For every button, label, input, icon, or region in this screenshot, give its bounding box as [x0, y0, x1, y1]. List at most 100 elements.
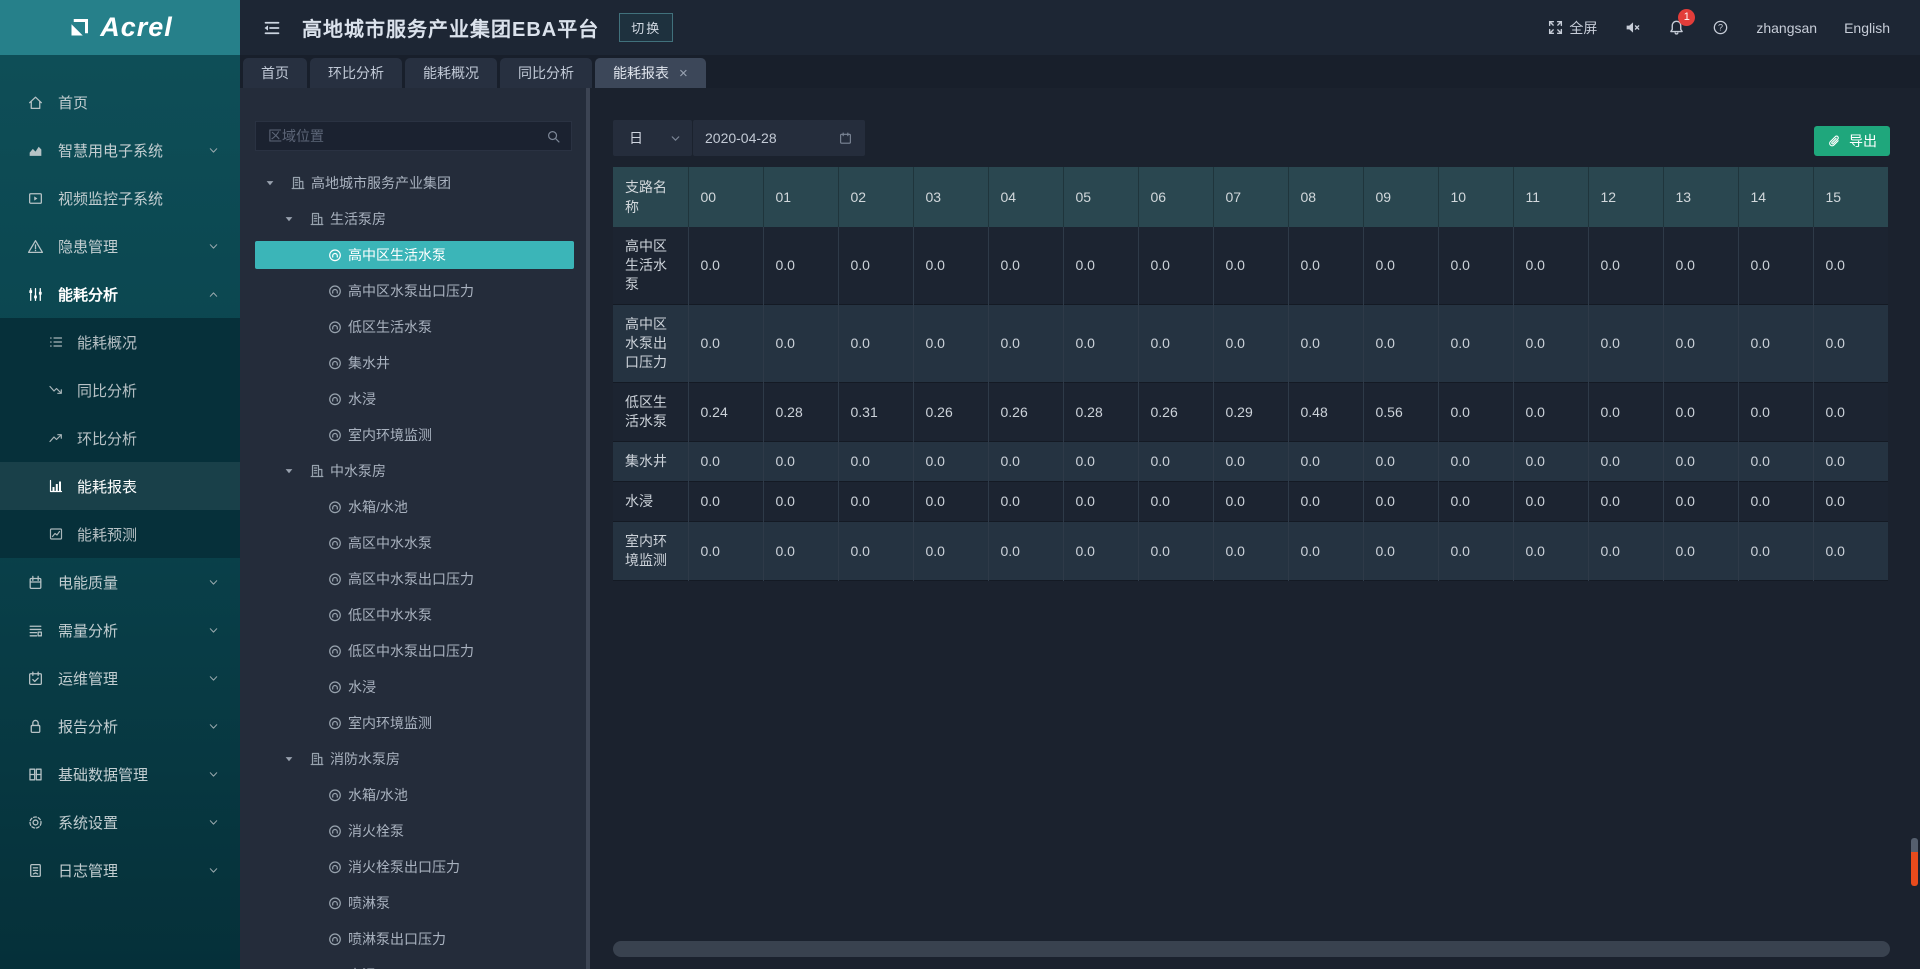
date-picker[interactable]: 2020-04-28 [693, 120, 865, 156]
tree-node[interactable]: 喷淋泵 [240, 885, 586, 921]
vertical-scrollbar-alert-thumb[interactable] [1911, 852, 1918, 886]
report-content: 日 2020-04-28 导出 支路名称00010203040506070809… [590, 88, 1920, 969]
tree-node[interactable]: 低区中水泵出口压力 [240, 633, 586, 669]
sidebar-item-mom-analysis[interactable]: 环比分析 [0, 414, 240, 462]
tree-node[interactable]: 水浸 [240, 957, 586, 969]
tree-node[interactable]: 集水井 [240, 345, 586, 381]
tree-node-label: 消火栓泵 [348, 821, 404, 841]
tree-node[interactable]: 高中区生活水泵 [240, 237, 586, 273]
value-cell: 0.24 [688, 383, 763, 442]
value-cell: 0.0 [988, 522, 1063, 581]
sidebar-item-system-settings[interactable]: 系统设置 [0, 798, 240, 846]
caret-down-icon[interactable] [283, 465, 295, 477]
sidebar-item-energy-report[interactable]: 能耗报表 [0, 462, 240, 510]
value-cell: 0.0 [1813, 522, 1888, 581]
hazard-warning-icon [27, 238, 44, 255]
forecast-chart-icon [48, 526, 64, 542]
sidebar-item-energy-overview[interactable]: 能耗概况 [0, 318, 240, 366]
value-cell: 0.0 [1363, 482, 1438, 522]
tree-node[interactable]: 低区中水水泵 [240, 597, 586, 633]
tree-node-label: 中水泵房 [330, 461, 386, 481]
search-input[interactable] [268, 128, 546, 144]
sidebar-item-hazard[interactable]: 隐患管理 [0, 222, 240, 270]
vertical-scrollbar[interactable] [1911, 838, 1918, 886]
tree-node[interactable]: 高地城市服务产业集团 [240, 165, 586, 201]
help-button[interactable]: ? [1712, 19, 1729, 36]
horizontal-scrollbar[interactable] [613, 941, 1890, 957]
tree-node[interactable]: 室内环境监测 [240, 705, 586, 741]
branch-name-cell: 高中区水泵出口压力 [613, 305, 688, 383]
chevron-down-icon [669, 132, 682, 145]
value-cell: 0.0 [1588, 383, 1663, 442]
sidebar-item-report-analysis[interactable]: 报告分析 [0, 702, 240, 750]
chevron-down-icon [207, 768, 220, 781]
value-cell: 0.0 [1663, 383, 1738, 442]
value-cell: 0.26 [913, 383, 988, 442]
sidebar-item-power-quality[interactable]: 电能质量 [0, 558, 240, 606]
table-header-row: 支路名称00010203040506070809101112131415 [613, 167, 1888, 227]
search-icon[interactable] [546, 129, 561, 144]
sidebar-item-demand-analysis[interactable]: 需量分析 [0, 606, 240, 654]
header-right: 全屏 1 ? zhangsan English [1547, 0, 1920, 55]
tree-node[interactable]: 高中区水泵出口压力 [240, 273, 586, 309]
table-header-cell: 14 [1738, 167, 1813, 227]
tree-node[interactable]: 高区中水泵出口压力 [240, 561, 586, 597]
value-cell: 0.0 [838, 227, 913, 305]
branch-name-cell: 高中区生活水泵 [613, 227, 688, 305]
value-cell: 0.0 [1588, 227, 1663, 305]
sidebar-item-log-management[interactable]: 日志管理 [0, 846, 240, 894]
sidebar-item-smart-power[interactable]: 智慧用电子系统 [0, 126, 240, 174]
switch-project-button[interactable]: 切换 [619, 13, 673, 42]
tree-node[interactable]: 水箱/水池 [240, 489, 586, 525]
caret-down-icon[interactable] [283, 213, 295, 225]
sidebar-item-base-data[interactable]: 基础数据管理 [0, 750, 240, 798]
caret-down-icon[interactable] [264, 177, 276, 189]
value-cell: 0.0 [1663, 482, 1738, 522]
tab-energy-report[interactable]: 能耗报表× [595, 58, 706, 88]
period-select[interactable]: 日 [613, 120, 692, 156]
tree-node[interactable]: 生活泵房 [240, 201, 586, 237]
tree-node[interactable]: 消火栓泵 [240, 813, 586, 849]
tree-node-label: 高地城市服务产业集团 [311, 173, 451, 193]
tree-node[interactable]: 消防水泵房 [240, 741, 586, 777]
vertical-scrollbar-thumb[interactable] [1911, 838, 1918, 852]
tree-node[interactable]: 中水泵房 [240, 453, 586, 489]
tree-node[interactable]: 室内环境监测 [240, 417, 586, 453]
sidebar-item-video-monitor[interactable]: 视频监控子系统 [0, 174, 240, 222]
value-cell: 0.0 [763, 442, 838, 482]
sidebar-item-energy-analysis[interactable]: 能耗分析 [0, 270, 240, 318]
value-cell: 0.0 [1738, 482, 1813, 522]
tree-node[interactable]: 水箱/水池 [240, 777, 586, 813]
value-cell: 0.29 [1213, 383, 1288, 442]
table-row: 集水井0.00.00.00.00.00.00.00.00.00.00.00.00… [613, 442, 1888, 482]
fullscreen-icon [1547, 19, 1564, 36]
language-switch[interactable]: English [1844, 20, 1890, 36]
mute-button[interactable] [1624, 19, 1641, 36]
value-cell: 0.0 [838, 522, 913, 581]
tab-mom-analysis[interactable]: 环比分析 [310, 58, 402, 88]
value-cell: 0.26 [988, 383, 1063, 442]
tree-node[interactable]: 低区生活水泵 [240, 309, 586, 345]
user-menu[interactable]: zhangsan [1756, 20, 1817, 36]
sidebar-item-energy-forecast[interactable]: 能耗预测 [0, 510, 240, 558]
sidebar-item-yoy-analysis[interactable]: 同比分析 [0, 366, 240, 414]
notifications-button[interactable]: 1 [1668, 19, 1685, 36]
sidebar-item-ops-management[interactable]: 运维管理 [0, 654, 240, 702]
tree-node[interactable]: 水浸 [240, 381, 586, 417]
caret-down-icon[interactable] [283, 753, 295, 765]
tab-energy-overview[interactable]: 能耗概况 [405, 58, 497, 88]
fullscreen-button[interactable]: 全屏 [1547, 18, 1597, 38]
export-button[interactable]: 导出 [1814, 126, 1890, 156]
sidebar-item-home[interactable]: 首页 [0, 78, 240, 126]
tree-node[interactable]: 消火栓泵出口压力 [240, 849, 586, 885]
gauge-icon [327, 571, 343, 587]
sidebar-collapse-button[interactable] [262, 18, 282, 38]
tree-node[interactable]: 高区中水水泵 [240, 525, 586, 561]
tab-close-icon[interactable]: × [679, 66, 688, 81]
value-cell: 0.0 [1138, 305, 1213, 383]
tab-yoy-analysis[interactable]: 同比分析 [500, 58, 592, 88]
tree-node[interactable]: 水浸 [240, 669, 586, 705]
tree-node[interactable]: 喷淋泵出口压力 [240, 921, 586, 957]
tab-home[interactable]: 首页 [243, 58, 307, 88]
value-cell: 0.0 [1738, 227, 1813, 305]
